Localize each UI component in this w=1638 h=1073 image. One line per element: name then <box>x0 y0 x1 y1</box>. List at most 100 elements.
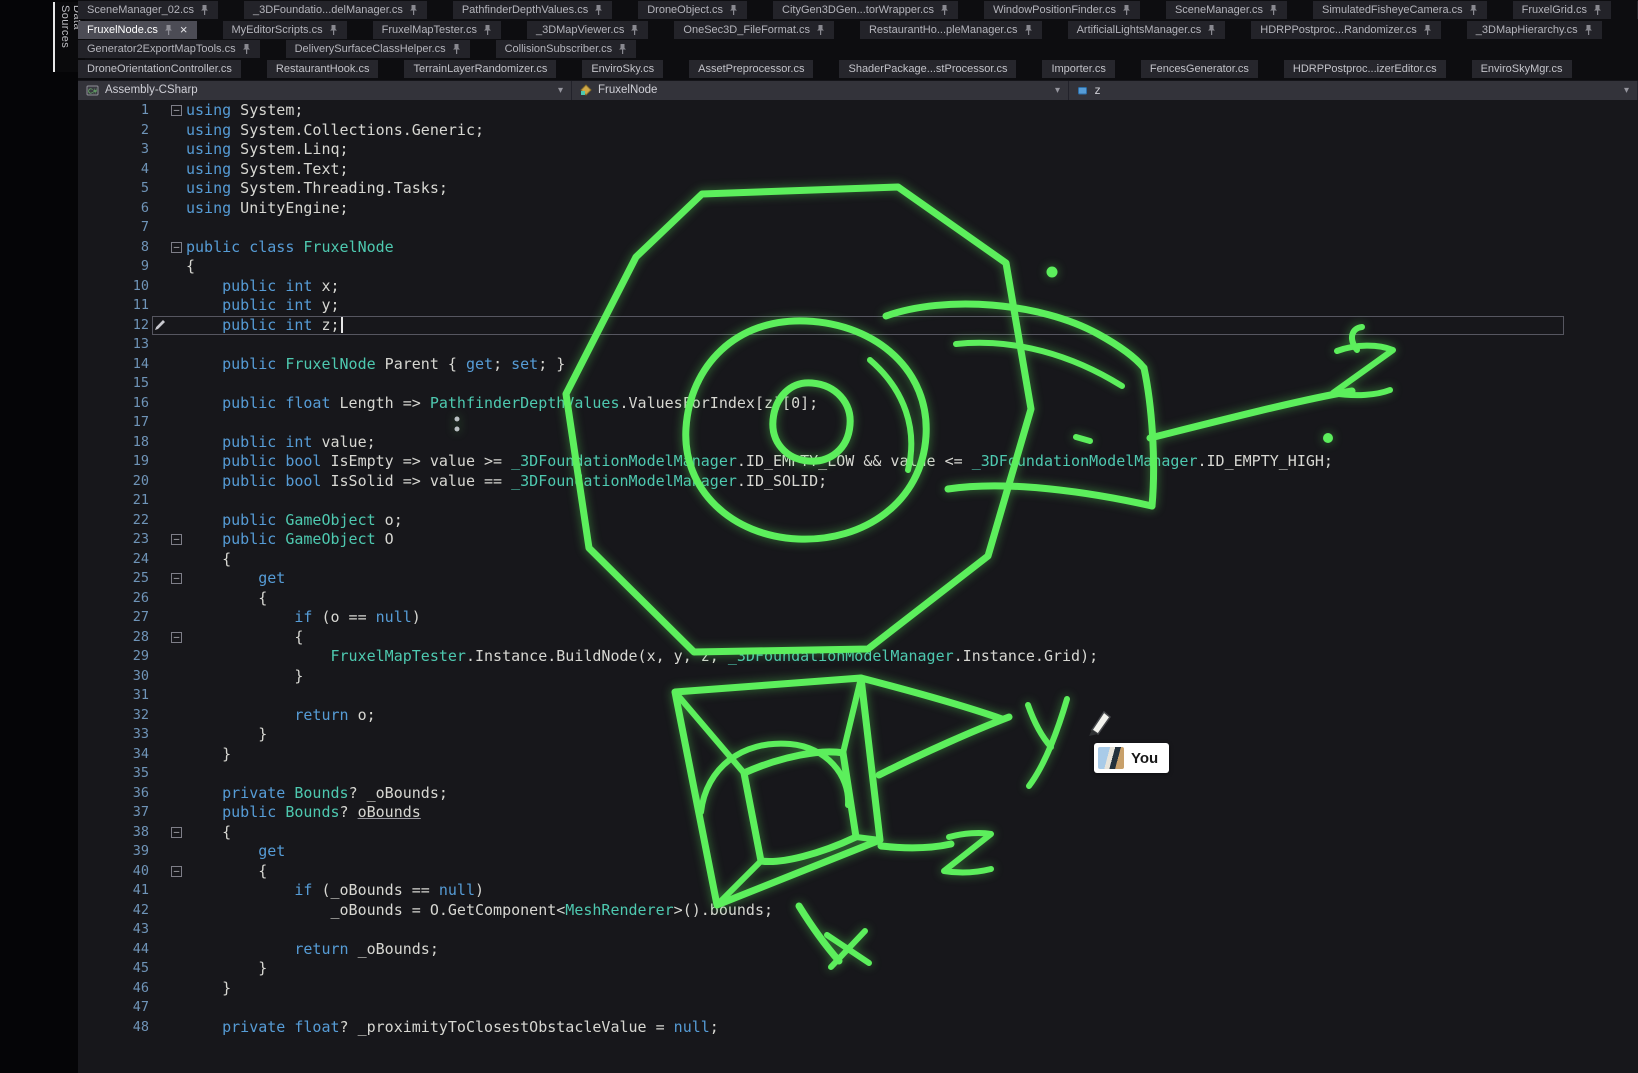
pin-icon[interactable] <box>816 24 825 36</box>
editor-tab-scenemanager-cs[interactable]: SceneManager.cs <box>1166 1 1287 19</box>
editor-tab-assetpreprocessor-cs[interactable]: AssetPreprocessor.cs <box>689 60 813 78</box>
code-line-16[interactable]: 16 public float Length => PathfinderDept… <box>78 394 1638 414</box>
pin-icon[interactable] <box>483 24 492 36</box>
code-line-45[interactable]: 45 } <box>78 959 1638 979</box>
code-line-13[interactable]: 13 <box>78 335 1638 355</box>
editor-tab-myeditorscripts-cs[interactable]: MyEditorScripts.cs <box>223 21 347 39</box>
editor-tab-onesec3d-fileformat-cs[interactable]: OneSec3D_FileFormat.cs <box>674 21 834 39</box>
code-line-19[interactable]: 19 public bool IsEmpty => value >= _3DFo… <box>78 452 1638 472</box>
code-line-3[interactable]: 3using System.Linq; <box>78 140 1638 160</box>
code-line-5[interactable]: 5using System.Threading.Tasks; <box>78 179 1638 199</box>
code-line-6[interactable]: 6using UnityEngine; <box>78 199 1638 219</box>
code-line-10[interactable]: 10 public int x; <box>78 277 1638 297</box>
collapse-icon[interactable]: – <box>171 573 182 584</box>
editor-tab-artificiallightsmanager-cs[interactable]: ArtificialLightsManager.cs <box>1068 21 1226 39</box>
code-line-11[interactable]: 11 public int y; <box>78 296 1638 316</box>
editor-tab--3dmapviewer-cs[interactable]: _3DMapViewer.cs <box>527 21 648 39</box>
code-line-44[interactable]: 44 return _oBounds; <box>78 940 1638 960</box>
pin-icon[interactable] <box>1024 24 1033 36</box>
type-dropdown[interactable]: FruxelNode ▾ <box>572 81 1069 100</box>
pin-icon[interactable] <box>1207 24 1216 36</box>
pin-icon[interactable] <box>1593 4 1602 16</box>
pin-icon[interactable] <box>1584 24 1593 36</box>
pin-icon[interactable] <box>1423 24 1432 36</box>
code-line-23[interactable]: 23– public GameObject O <box>78 530 1638 550</box>
code-line-32[interactable]: 32 return o; <box>78 706 1638 726</box>
code-line-9[interactable]: 9{ <box>78 257 1638 277</box>
code-line-24[interactable]: 24 { <box>78 550 1638 570</box>
code-line-34[interactable]: 34 } <box>78 745 1638 765</box>
code-line-14[interactable]: 14 public FruxelNode Parent { get; set; … <box>78 355 1638 375</box>
editor-tab-restaurantho-plemanager-cs[interactable]: RestaurantHo...pleManager.cs <box>860 21 1042 39</box>
editor-tab-fruxelgrid-cs[interactable]: FruxelGrid.cs <box>1513 1 1611 19</box>
code-line-1[interactable]: 1–using System; <box>78 101 1638 121</box>
code-line-38[interactable]: 38– { <box>78 823 1638 843</box>
pin-icon[interactable] <box>164 24 173 36</box>
editor-tab-simulatedfisheyecamera-cs[interactable]: SimulatedFisheyeCamera.cs <box>1313 1 1487 19</box>
member-dropdown[interactable]: z ▾ <box>1069 81 1638 100</box>
pin-icon[interactable] <box>729 4 738 16</box>
editor-tab-terrainlayerrandomizer-cs[interactable]: TerrainLayerRandomizer.cs <box>404 60 556 78</box>
code-line-43[interactable]: 43 <box>78 920 1638 940</box>
code-line-28[interactable]: 28– { <box>78 628 1638 648</box>
pin-icon[interactable] <box>452 43 461 55</box>
editor-tab-citygen3dgen-torwrapper-cs[interactable]: CityGen3DGen...torWrapper.cs <box>773 1 958 19</box>
pin-icon[interactable] <box>242 43 251 55</box>
collapse-icon[interactable]: – <box>171 827 182 838</box>
code-editor[interactable]: 1–using System;2using System.Collections… <box>78 97 1638 1073</box>
code-line-40[interactable]: 40– { <box>78 862 1638 882</box>
editor-tab-envirosky-cs[interactable]: EnviroSky.cs <box>582 60 663 78</box>
code-line-33[interactable]: 33 } <box>78 725 1638 745</box>
code-line-21[interactable]: 21 <box>78 491 1638 511</box>
editor-tab-deliverysurfaceclasshelper-cs[interactable]: DeliverySurfaceClassHelper.cs <box>286 40 470 58</box>
editor-tab-fencesgenerator-cs[interactable]: FencesGenerator.cs <box>1141 60 1258 78</box>
code-line-15[interactable]: 15 <box>78 374 1638 394</box>
code-line-46[interactable]: 46 } <box>78 979 1638 999</box>
code-line-37[interactable]: 37 public Bounds? oBounds <box>78 803 1638 823</box>
editor-tab-generator2exportmaptools-cs[interactable]: Generator2ExportMapTools.cs <box>78 40 260 58</box>
code-line-36[interactable]: 36 private Bounds? _oBounds; <box>78 784 1638 804</box>
code-line-2[interactable]: 2using System.Collections.Generic; <box>78 121 1638 141</box>
collapse-icon[interactable]: – <box>171 534 182 545</box>
code-line-35[interactable]: 35 <box>78 764 1638 784</box>
code-line-30[interactable]: 30 } <box>78 667 1638 687</box>
editor-tab-scenemanager-02-cs[interactable]: SceneManager_02.cs <box>78 1 218 19</box>
code-line-27[interactable]: 27 if (o == null) <box>78 608 1638 628</box>
editor-tab-hdrppostproc-randomizer-cs[interactable]: HDRPPostproc...Randomizer.cs <box>1251 21 1441 39</box>
code-line-4[interactable]: 4using System.Text; <box>78 160 1638 180</box>
code-line-25[interactable]: 25– get <box>78 569 1638 589</box>
code-line-29[interactable]: 29 FruxelMapTester.Instance.BuildNode(x,… <box>78 647 1638 667</box>
pin-icon[interactable] <box>1122 4 1131 16</box>
code-line-26[interactable]: 26 { <box>78 589 1638 609</box>
code-line-12[interactable]: 12 public int z; <box>78 316 1638 336</box>
pin-icon[interactable] <box>1269 4 1278 16</box>
pin-icon[interactable] <box>409 4 418 16</box>
pin-icon[interactable] <box>630 24 639 36</box>
collapse-icon[interactable]: – <box>171 632 182 643</box>
editor-tab-restauranthook-cs[interactable]: RestaurantHook.cs <box>267 60 379 78</box>
editor-tab-windowpositionfinder-cs[interactable]: WindowPositionFinder.cs <box>984 1 1140 19</box>
editor-tab-pathfinderdepthvalues-cs[interactable]: PathfinderDepthValues.cs <box>453 1 612 19</box>
code-line-18[interactable]: 18 public int value; <box>78 433 1638 453</box>
code-line-48[interactable]: 48 private float? _proximityToClosestObs… <box>78 1018 1638 1038</box>
editor-tab-fruxelnode-cs[interactable]: FruxelNode.cs× <box>78 21 197 39</box>
close-icon[interactable]: × <box>180 23 188 36</box>
code-line-17[interactable]: 17 <box>78 413 1638 433</box>
code-line-31[interactable]: 31 <box>78 686 1638 706</box>
editor-tab-fruxelmaptester-cs[interactable]: FruxelMapTester.cs <box>373 21 501 39</box>
pin-icon[interactable] <box>1469 4 1478 16</box>
editor-tab-collisionsubscriber-cs[interactable]: CollisionSubscriber.cs <box>496 40 637 58</box>
pin-icon[interactable] <box>329 24 338 36</box>
editor-tab-shaderpackage-stprocessor-cs[interactable]: ShaderPackage...stProcessor.cs <box>839 60 1016 78</box>
project-dropdown[interactable]: C# Assembly-CSharp ▾ <box>78 81 572 100</box>
code-line-47[interactable]: 47 <box>78 998 1638 1018</box>
collapse-icon[interactable]: – <box>171 866 182 877</box>
pin-icon[interactable] <box>940 4 949 16</box>
editor-tab-importer-cs[interactable]: Importer.cs <box>1042 60 1114 78</box>
code-line-39[interactable]: 39 get <box>78 842 1638 862</box>
collapse-icon[interactable]: – <box>171 105 182 116</box>
editor-tab-droneobject-cs[interactable]: DroneObject.cs <box>638 1 747 19</box>
editor-tab-hdrppostproc-izereditor-cs[interactable]: HDRPPostproc...izerEditor.cs <box>1284 60 1446 78</box>
code-line-42[interactable]: 42 _oBounds = O.GetComponent<MeshRendere… <box>78 901 1638 921</box>
pin-icon[interactable] <box>594 4 603 16</box>
